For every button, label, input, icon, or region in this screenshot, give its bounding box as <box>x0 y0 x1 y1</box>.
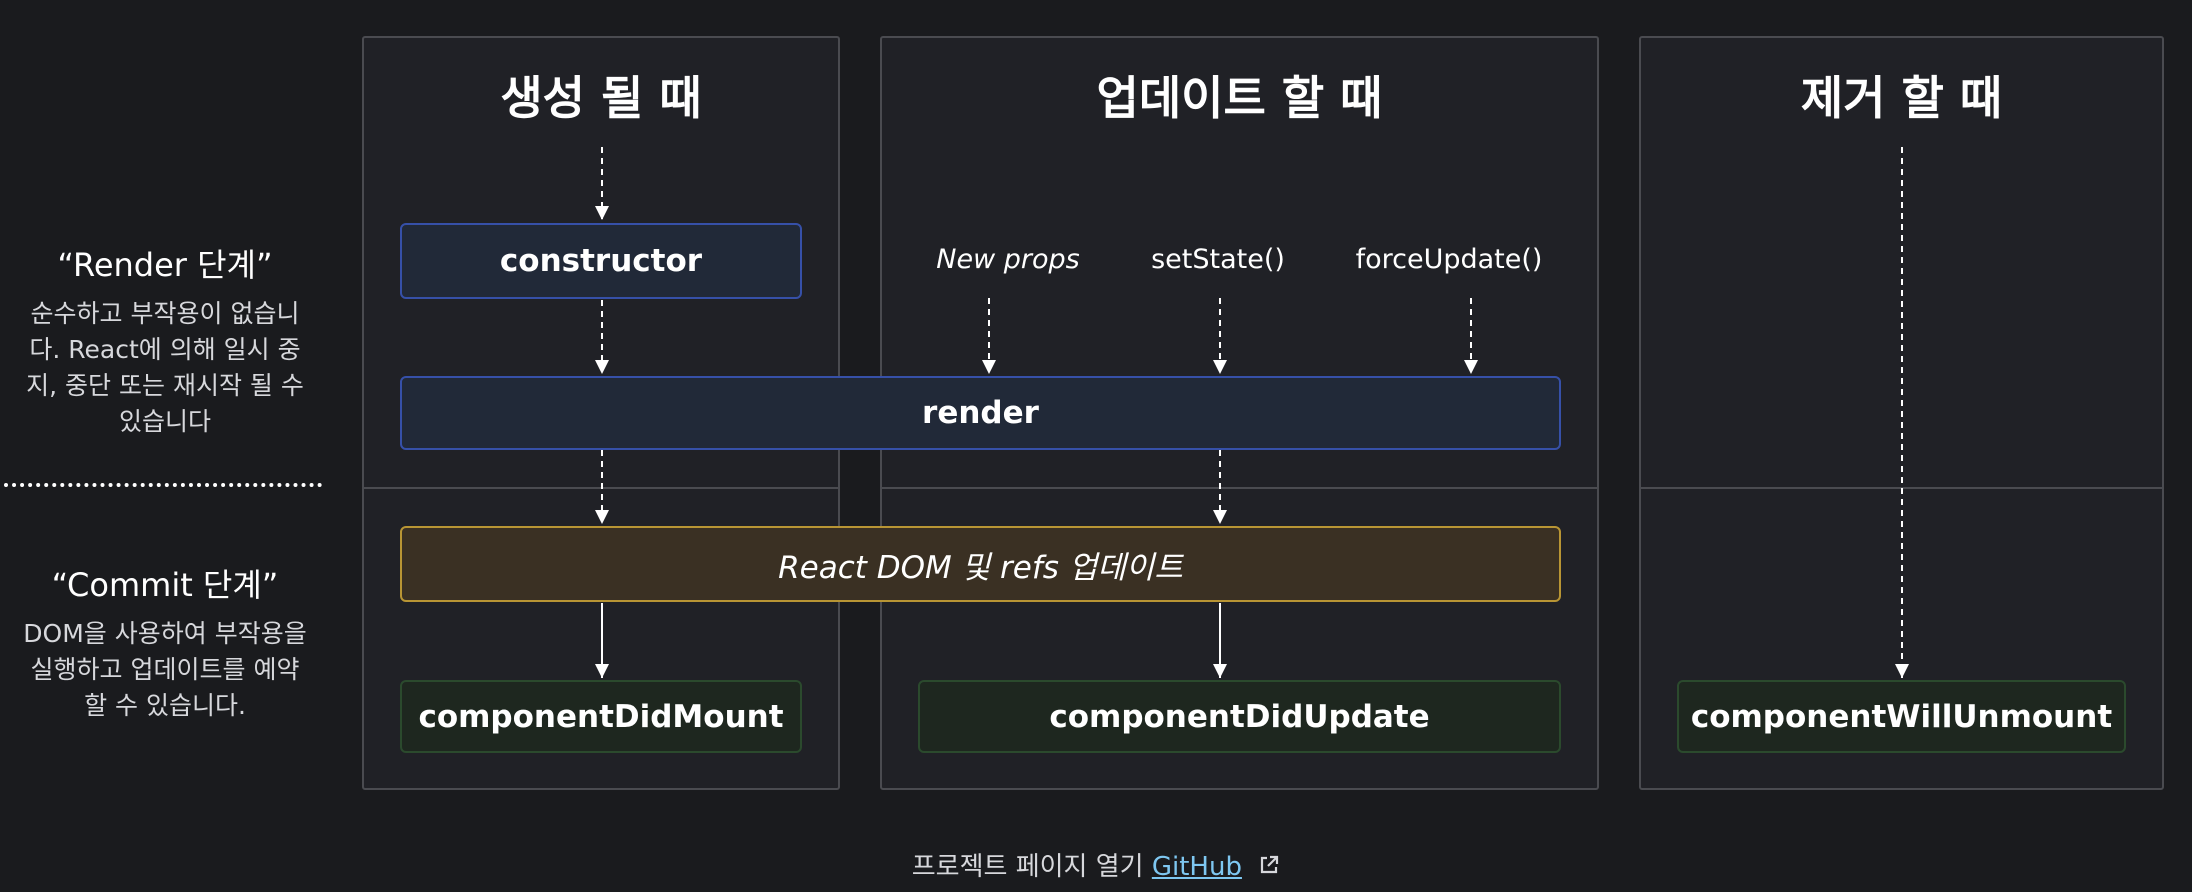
react-lifecycle-diagram: “Render 단계” 순수하고 부작용이 없습니다. React에 의해 일시… <box>0 0 2192 892</box>
constructor-box: constructor <box>400 223 802 299</box>
trigger-new-props: New props <box>936 244 1080 275</box>
trigger-force-update: forceUpdate() <box>1355 244 1543 275</box>
component-did-update-box: componentDidUpdate <box>918 680 1561 753</box>
render-box: render <box>400 376 1561 450</box>
dom-refs-update-box: React DOM 및 refs 업데이트 <box>400 526 1561 602</box>
component-will-unmount-box: componentWillUnmount <box>1677 680 2126 753</box>
component-did-mount-box: componentDidMount <box>400 680 802 753</box>
trigger-set-state: setState() <box>1151 244 1285 275</box>
